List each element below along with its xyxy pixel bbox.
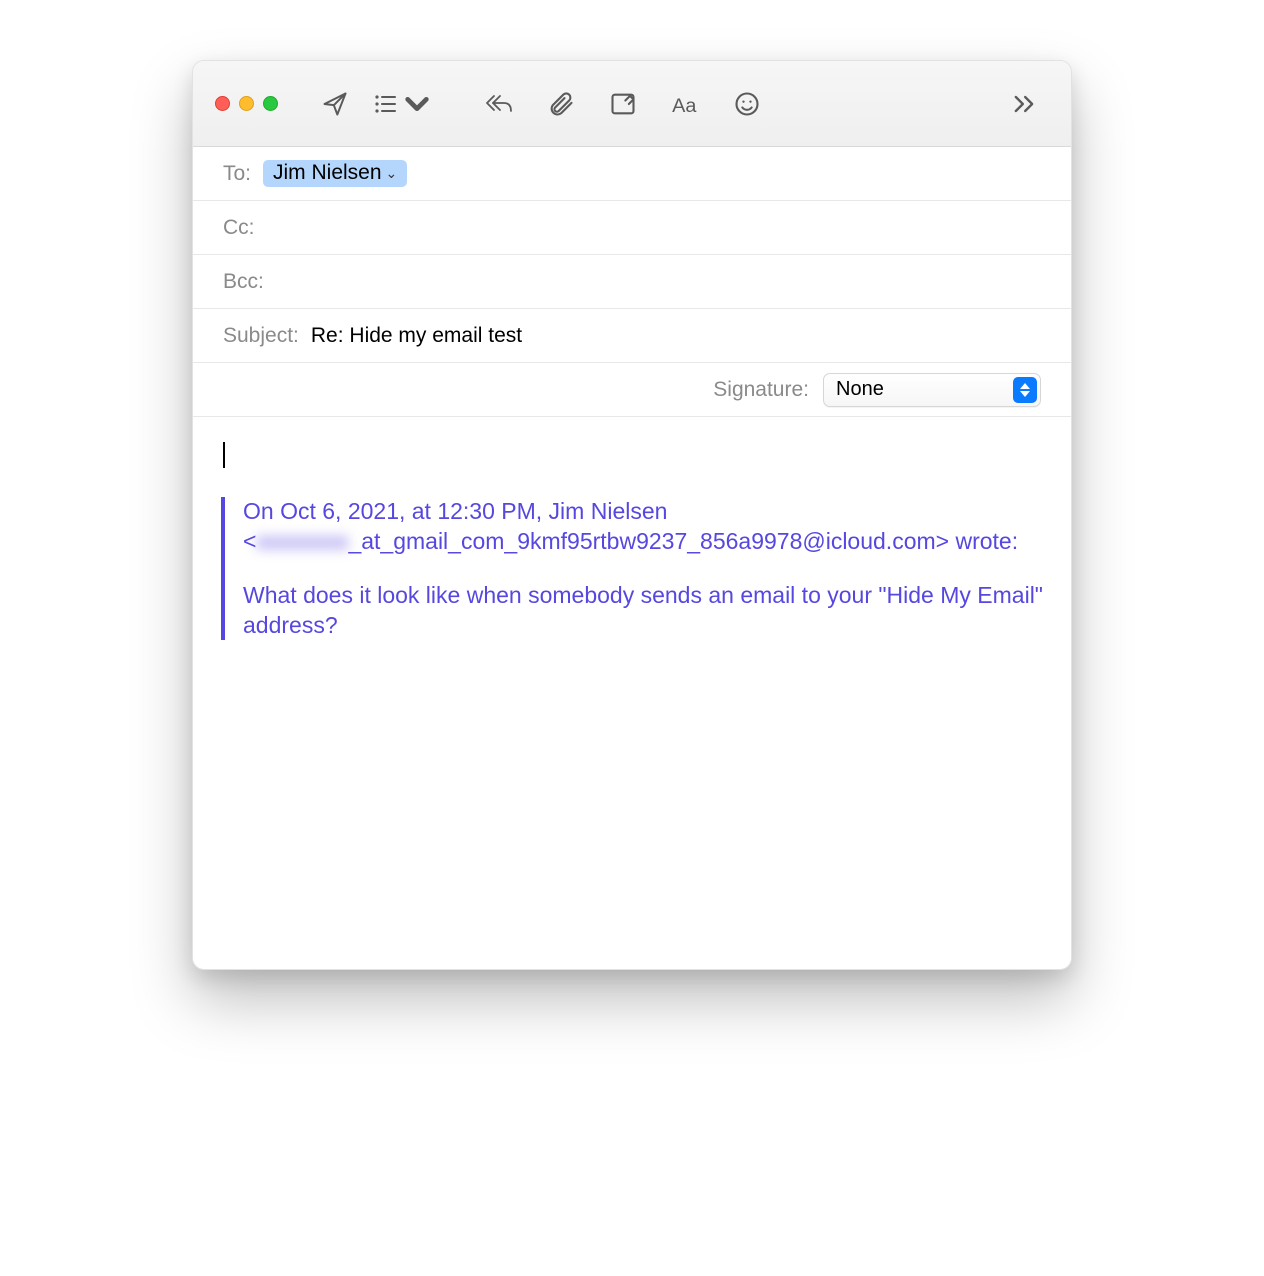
paperclip-icon bbox=[547, 90, 575, 118]
header-fields: To: Jim Nielsen ⌄ Cc: Bcc: Subject: Re: … bbox=[193, 147, 1071, 417]
quote-attribution: On Oct 6, 2021, at 12:30 PM, Jim Nielsen… bbox=[243, 497, 1043, 557]
format-button[interactable]: Aa bbox=[660, 81, 710, 127]
bcc-label: Bcc: bbox=[223, 270, 264, 294]
header-fields-button[interactable] bbox=[372, 81, 432, 127]
markup-button[interactable] bbox=[598, 81, 648, 127]
format-text-icon: Aa bbox=[671, 90, 699, 118]
bcc-row[interactable]: Bcc: bbox=[193, 255, 1071, 309]
redacted-username: xxxxxxxx bbox=[256, 528, 348, 554]
recipient-chip[interactable]: Jim Nielsen ⌄ bbox=[263, 160, 407, 187]
toolbar: Aa bbox=[193, 61, 1071, 147]
reply-all-button[interactable] bbox=[474, 81, 524, 127]
markup-icon bbox=[609, 90, 637, 118]
close-window[interactable] bbox=[215, 96, 230, 111]
to-row[interactable]: To: Jim Nielsen ⌄ bbox=[193, 147, 1071, 201]
signature-row: Signature: None bbox=[193, 363, 1071, 417]
signature-label: Signature: bbox=[713, 378, 809, 402]
traffic-lights bbox=[215, 96, 278, 111]
signature-value: None bbox=[836, 378, 884, 401]
emoji-icon bbox=[733, 90, 761, 118]
cc-row[interactable]: Cc: bbox=[193, 201, 1071, 255]
compose-window: Aa To: Jim Nielsen ⌄ bbox=[192, 60, 1072, 970]
subject-label: Subject: bbox=[223, 324, 299, 348]
to-label: To: bbox=[223, 162, 251, 186]
minimize-window[interactable] bbox=[239, 96, 254, 111]
chevron-down-icon bbox=[403, 90, 431, 118]
overflow-button[interactable] bbox=[999, 81, 1049, 127]
text-cursor bbox=[223, 442, 225, 468]
send-button[interactable] bbox=[310, 81, 360, 127]
quoted-message: On Oct 6, 2021, at 12:30 PM, Jim Nielsen… bbox=[221, 497, 1043, 641]
svg-text:Aa: Aa bbox=[672, 95, 697, 117]
paper-plane-icon bbox=[321, 90, 349, 118]
message-body[interactable]: On Oct 6, 2021, at 12:30 PM, Jim Nielsen… bbox=[193, 417, 1071, 969]
reply-all-icon bbox=[485, 90, 513, 118]
quote-body: What does it look like when somebody sen… bbox=[243, 581, 1043, 641]
list-icon bbox=[373, 90, 401, 118]
emoji-button[interactable] bbox=[722, 81, 772, 127]
zoom-window[interactable] bbox=[263, 96, 278, 111]
subject-value: Re: Hide my email test bbox=[311, 324, 522, 348]
quote-suffix: _at_gmail_com_9kmf95rtbw9237_856a9978@ic… bbox=[348, 528, 1018, 554]
chevron-down-icon: ⌄ bbox=[386, 165, 398, 182]
attach-button[interactable] bbox=[536, 81, 586, 127]
cc-label: Cc: bbox=[223, 216, 255, 240]
signature-select[interactable]: None bbox=[823, 373, 1041, 407]
select-knob-icon bbox=[1013, 377, 1037, 403]
recipient-name: Jim Nielsen bbox=[273, 161, 382, 185]
chevrons-right-icon bbox=[1010, 90, 1038, 118]
subject-row[interactable]: Subject: Re: Hide my email test bbox=[193, 309, 1071, 363]
